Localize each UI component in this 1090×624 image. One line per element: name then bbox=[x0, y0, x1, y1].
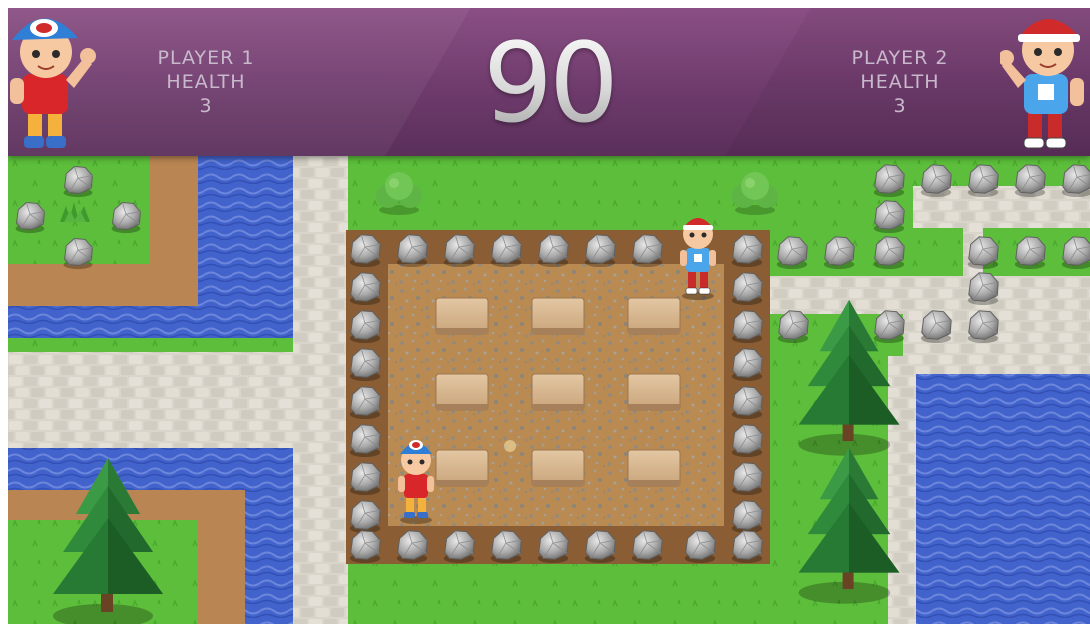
player2-portrait bbox=[1000, 19, 1084, 149]
player2-status: PLAYER 2 HEALTH 3 bbox=[820, 46, 980, 118]
player2-health-label: HEALTH bbox=[860, 71, 940, 93]
arena-stone-tiles bbox=[435, 297, 681, 487]
player1-status: PLAYER 1 HEALTH 3 bbox=[126, 46, 286, 118]
game-viewport[interactable]: PLAYER 1 HEALTH 3 90 PLAYER 2 HEALTH 3 bbox=[8, 8, 1090, 624]
player1-name: PLAYER 1 bbox=[157, 47, 255, 69]
player1-health-value: 3 bbox=[199, 95, 213, 117]
player2-health-value: 3 bbox=[893, 95, 907, 117]
game-map bbox=[8, 156, 1090, 624]
player1-health-label: HEALTH bbox=[166, 71, 246, 93]
player1-portrait bbox=[10, 18, 96, 148]
hud-bar: PLAYER 1 HEALTH 3 90 PLAYER 2 HEALTH 3 bbox=[8, 8, 1090, 156]
round-timer: 90 bbox=[399, 18, 699, 148]
player2-name: PLAYER 2 bbox=[851, 47, 949, 69]
